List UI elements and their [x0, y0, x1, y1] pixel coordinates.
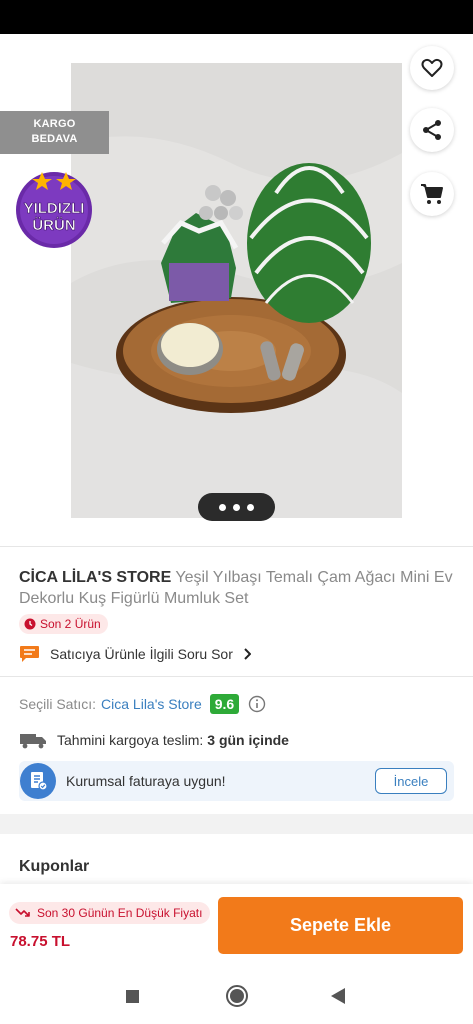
recents-button[interactable]: [126, 990, 139, 1003]
product-image-carousel[interactable]: KARGO BEDAVA YILDIZLI ÜRÜN: [0, 34, 473, 546]
seller-row: Seçili Satıcı: Cica Lila's Store 9.6: [19, 692, 266, 716]
chevron-right-icon: [244, 648, 251, 660]
clock-icon: [24, 618, 36, 630]
ask-seller-link[interactable]: Satıcıya Ürünle İlgili Soru Sor: [19, 643, 251, 665]
home-button[interactable]: [226, 985, 248, 1007]
coupons-title: Kuponlar: [19, 858, 90, 875]
add-to-cart-button[interactable]: Sepete Ekle: [218, 897, 463, 954]
shipping-label: Tahmini kargoya teslim:: [57, 732, 204, 748]
carousel-indicator[interactable]: [198, 493, 275, 521]
carousel-dot: [233, 503, 240, 511]
corporate-invoice-banner: Kurumsal faturaya uygun! İncele: [19, 761, 454, 801]
divider: [0, 676, 473, 677]
cart-button[interactable]: [410, 172, 454, 216]
shipping-value: 3 gün içinde: [207, 732, 289, 748]
cart-icon: [421, 184, 443, 204]
invoice-icon: [20, 763, 56, 799]
store-name[interactable]: CİCA LİLA'S STORE: [19, 569, 171, 586]
seller-label: Seçili Satıcı:: [19, 696, 97, 712]
info-icon[interactable]: [248, 695, 266, 713]
shipping-estimate: Tahmini kargoya teslim: 3 gün içinde: [19, 729, 289, 751]
carousel-dot: [219, 503, 226, 511]
stock-badge: Son 2 Ürün: [19, 614, 108, 634]
product-title: CİCA LİLA'S STORE Yeşil Yılbaşı Temalı Ç…: [19, 567, 459, 609]
carousel-dot: [247, 503, 254, 511]
divider: [0, 546, 473, 547]
system-navigation-bar: [0, 967, 473, 1024]
status-bar: [0, 0, 473, 34]
seller-name-link[interactable]: Cica Lila's Store: [101, 696, 202, 712]
share-icon: [423, 120, 441, 140]
svg-text:ÜRÜN: ÜRÜN: [32, 217, 75, 234]
arrow-left-icon: [24, 58, 47, 78]
truck-icon: [20, 734, 46, 749]
product-photo[interactable]: [71, 63, 402, 518]
section-separator: [0, 814, 473, 834]
stock-text: Son 2 Ürün: [40, 617, 101, 631]
invoice-text: Kurumsal faturaya uygun!: [66, 773, 226, 789]
lowest-price-text: Son 30 Günün En Düşük Fiyatı: [37, 906, 203, 920]
seller-rating-badge: 9.6: [209, 694, 240, 714]
system-back-button[interactable]: [331, 988, 345, 1004]
lowest-price-badge: Son 30 Günün En Düşük Fiyatı: [9, 902, 211, 924]
svg-text:YILDIZLI: YILDIZLI: [24, 200, 85, 217]
share-button[interactable]: [410, 108, 454, 152]
back-button[interactable]: [18, 54, 52, 82]
starred-product-badge: YILDIZLI ÜRÜN: [12, 164, 96, 248]
free-shipping-badge: KARGO BEDAVA: [0, 111, 109, 154]
heart-icon: [421, 58, 443, 77]
favorite-button[interactable]: [410, 46, 454, 90]
chat-icon: [20, 646, 39, 662]
bottom-purchase-bar: Son 30 Günün En Düşük Fiyatı 78.75 TL Se…: [0, 884, 473, 967]
product-price: 78.75 TL: [10, 933, 71, 950]
trend-down-icon: [15, 908, 30, 917]
ask-seller-text: Satıcıya Ürünle İlgili Soru Sor: [50, 646, 233, 662]
inspect-button[interactable]: İncele: [375, 768, 447, 794]
